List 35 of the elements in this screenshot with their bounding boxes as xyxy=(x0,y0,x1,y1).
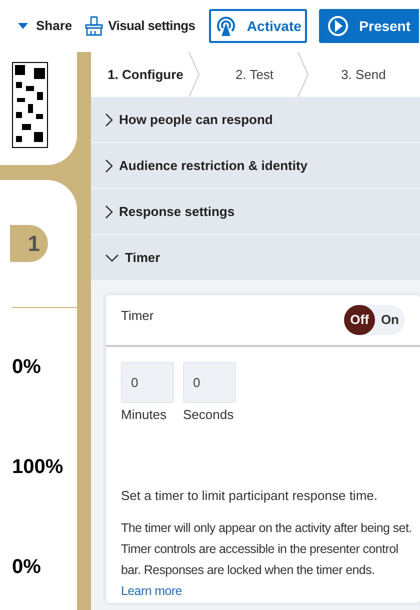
caret-icon xyxy=(18,23,28,29)
step-separator-icon xyxy=(297,52,309,97)
hint-text: Set a timer to limit participant response time. xyxy=(120,486,378,505)
accordion-header[interactable]: Audience restriction & identity xyxy=(91,143,420,189)
broadcast-icon xyxy=(214,15,237,37)
accordion-header[interactable]: How people can respond xyxy=(91,97,420,143)
number-field[interactable]: 0 xyxy=(121,362,174,403)
percentage-label: 0% xyxy=(11,555,42,578)
percentage-label: 0% xyxy=(11,355,42,378)
info-text: The timer will only appear on the activity after being set. Timer controls are accessible in the presenter control bar. Responses are locked when the timer ends. Learn more xyxy=(120,520,413,600)
chevron-right-icon xyxy=(105,112,113,126)
present-button[interactable]: Present xyxy=(319,9,420,43)
accordion-header[interactable]: Timer xyxy=(91,235,420,281)
count-badge: 1 xyxy=(10,225,48,262)
step-tab[interactable]: 2. Test xyxy=(200,52,309,97)
activate-button[interactable]: Activate xyxy=(209,9,308,43)
on-off-toggle[interactable]: Off On xyxy=(344,305,405,335)
share-button[interactable]: Share xyxy=(18,16,72,36)
step-separator-icon xyxy=(188,52,200,97)
timer-label: Timer xyxy=(121,307,154,326)
brush-icon xyxy=(84,16,104,36)
visual-settings-button[interactable]: Visual settings xyxy=(84,16,196,36)
number-field[interactable]: 0 xyxy=(183,362,236,403)
chevron-right-icon xyxy=(105,158,113,172)
field-label: Minutes xyxy=(121,406,168,424)
field-label: Seconds xyxy=(183,406,235,424)
step-tab[interactable]: 3. Send xyxy=(309,52,418,97)
chevron-down-icon xyxy=(105,254,119,262)
step-tab[interactable]: 1. Configure xyxy=(91,52,200,97)
accordion-header[interactable]: Response settings xyxy=(91,189,420,235)
chevron-right-icon xyxy=(105,204,113,218)
percentage-label: 100% xyxy=(11,455,64,478)
learn-more-link[interactable]: Learn more xyxy=(121,584,182,598)
play-icon xyxy=(327,15,350,37)
qr-code-icon xyxy=(12,62,48,148)
